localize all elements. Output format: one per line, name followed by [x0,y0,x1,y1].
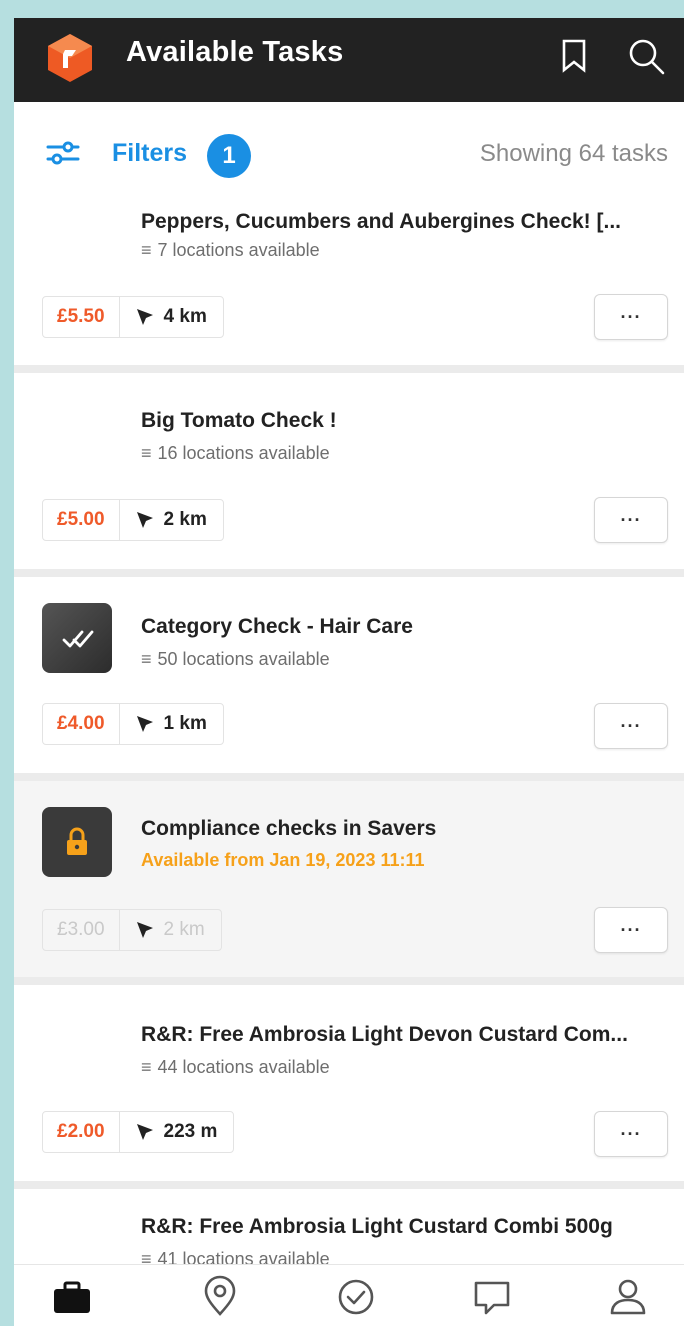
navigation-arrow-icon [136,512,153,528]
app-bar: Available Tasks [14,18,684,102]
filter-bar: Filters 1 Showing 64 tasks [14,102,684,200]
more-options-button[interactable]: ··· [594,1111,668,1157]
more-options-button[interactable]: ··· [594,294,668,340]
task-distance-text: 1 km [163,713,207,734]
navigation-arrow-icon [136,716,153,732]
task-locations: ≡ 7 locations available [141,240,320,261]
double-check-icon [62,630,94,648]
task-thumbnail [42,807,112,877]
task-meta-chips: £5.00 2 km [42,499,224,541]
check-circle-icon[interactable] [334,1275,378,1319]
task-meta-chips: £3.00 2 km [42,909,222,951]
task-title: Big Tomato Check ! [141,409,337,432]
task-distance-text: 223 m [163,1121,218,1142]
task-card[interactable]: R&R: Free Ambrosia Light Devon Custard C… [14,985,684,1181]
task-distance-text: 2 km [163,919,205,940]
task-card[interactable]: Category Check - Hair Care ≡ 50 locations… [14,577,684,773]
task-distance: 2 km [120,500,223,540]
search-icon[interactable] [626,36,666,76]
more-options-button[interactable]: ··· [594,907,668,953]
list-icon: ≡ [141,443,152,463]
list-icon: ≡ [141,649,152,669]
list-icon: ≡ [141,240,152,260]
task-locations-text: 7 locations available [157,240,320,260]
location-pin-icon[interactable] [198,1275,242,1319]
task-locations-text: 44 locations available [157,1057,330,1077]
filters-button[interactable]: Filters [112,139,187,168]
task-locations-text: 16 locations available [157,443,330,463]
phone-screen: Available Tasks Filters 1 Showing 64 tas… [14,18,684,1326]
navigation-arrow-icon [136,309,153,325]
task-title: Peppers, Cucumbers and Aubergines Check!… [141,210,622,233]
bookmark-icon[interactable] [560,38,588,74]
task-price: £3.00 [43,910,120,950]
more-options-button[interactable]: ··· [594,497,668,543]
task-distance: 4 km [120,297,223,337]
task-price: £2.00 [43,1112,120,1152]
task-distance: 2 km [120,910,221,950]
task-meta-chips: £4.00 1 km [42,703,224,745]
task-distance: 1 km [120,704,223,744]
task-title: Category Check - Hair Care [141,615,413,638]
task-title: Compliance checks in Savers [141,817,437,840]
navigation-arrow-icon [136,922,153,938]
task-locations: ≡ 44 locations available [141,1057,330,1078]
task-distance-text: 4 km [163,306,207,327]
chat-bubble-icon[interactable] [470,1275,514,1319]
lock-icon [67,827,87,855]
task-card[interactable]: Peppers, Cucumbers and Aubergines Check!… [14,200,684,365]
page-title: Available Tasks [126,36,344,68]
app-logo-icon [48,34,92,82]
navigation-arrow-icon [136,1124,153,1140]
task-locations-text: 50 locations available [157,649,330,669]
task-title: R&R: Free Ambrosia Light Devon Custard C… [141,1023,628,1046]
available-from-text: Available from Jan 19, 2023 11:11 [141,850,425,870]
sliders-icon[interactable] [46,138,80,168]
task-distance-text: 2 km [163,509,207,530]
list-icon: ≡ [141,1057,152,1077]
task-card[interactable]: Big Tomato Check ! ≡ 16 locations availab… [14,373,684,569]
task-meta-chips: £5.50 4 km [42,296,224,338]
task-meta-chips: £2.00 223 m [42,1111,235,1153]
task-locations: ≡ 16 locations available [141,443,330,464]
profile-icon[interactable] [606,1275,650,1319]
task-card-locked[interactable]: Compliance checks in Savers Available fr… [14,781,684,977]
task-thumbnail [42,603,112,673]
task-distance: 223 m [120,1112,234,1152]
task-title: R&R: Free Ambrosia Light Custard Combi 5… [141,1215,613,1238]
task-locations: ≡ 50 locations available [141,649,330,670]
briefcase-icon[interactable] [50,1275,94,1319]
task-price: £5.50 [43,297,120,337]
more-options-button[interactable]: ··· [594,703,668,749]
bottom-navigation [14,1264,684,1326]
filter-count-badge: 1 [207,134,251,178]
task-price: £4.00 [43,704,120,744]
task-price: £5.00 [43,500,120,540]
task-count-text: Showing 64 tasks [479,140,668,167]
